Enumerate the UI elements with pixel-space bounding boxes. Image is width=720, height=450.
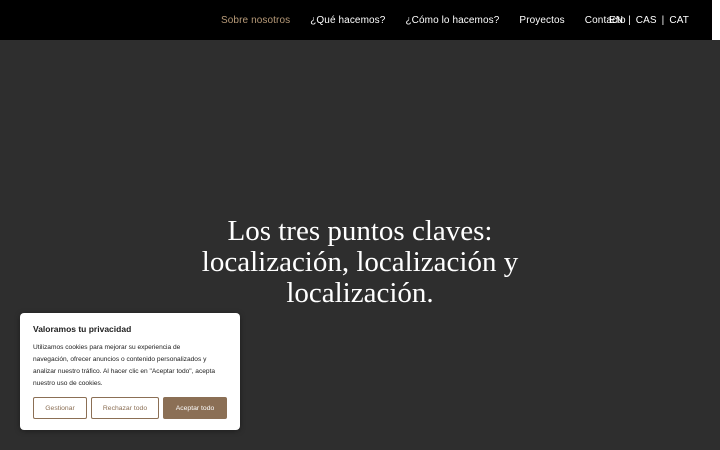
cookie-description: Utilizamos cookies para mejorar su exper… <box>33 342 233 390</box>
hero-heading: Los tres puntos claves: localización, lo… <box>0 216 720 309</box>
hero-line: Los tres puntos claves: <box>227 215 493 247</box>
lang-en[interactable]: EN <box>609 15 623 26</box>
nav-item-que-hacemos[interactable]: ¿Qué hacemos? <box>310 15 385 26</box>
lang-separator: | <box>628 14 631 26</box>
page: Sobre nosotros ¿Qué hacemos? ¿Cómo lo ha… <box>0 0 720 450</box>
hero-line: localización. <box>286 277 434 309</box>
scrollbar[interactable] <box>712 0 720 40</box>
nav-item-como-lo-hacemos[interactable]: ¿Cómo lo hacemos? <box>405 15 499 26</box>
lang-cat[interactable]: CAT <box>669 15 689 26</box>
customize-cookies-button[interactable]: Gestionar <box>33 397 87 419</box>
nav-item-sobre-nosotros[interactable]: Sobre nosotros <box>221 15 290 26</box>
accept-all-button[interactable]: Aceptar todo <box>163 397 227 419</box>
cookie-text-line: Utilizamos cookies para mejorar su exper… <box>33 344 181 351</box>
lang-separator: | <box>661 14 665 26</box>
top-navigation-bar: Sobre nosotros ¿Qué hacemos? ¿Cómo lo ha… <box>0 0 712 40</box>
cookie-text-line: navegación, ofrecer anuncios o contenido… <box>33 356 207 363</box>
reject-all-button[interactable]: Rechazar todo <box>91 397 159 419</box>
nav-item-proyectos[interactable]: Proyectos <box>519 15 564 26</box>
lang-cas[interactable]: CAS <box>636 15 657 26</box>
cookie-text-line: analizar nuestro tráfico. Al hacer clic … <box>33 368 216 375</box>
cookie-text-line: nuestro uso de cookies. <box>33 380 103 387</box>
language-switcher: EN | CAS | CAT <box>609 0 689 40</box>
cookie-title: Valoramos tu privacidad <box>33 324 132 334</box>
hero-line: localización, localización y <box>201 246 519 278</box>
cookie-consent-banner: Valoramos tu privacidad Utilizamos cooki… <box>20 313 240 430</box>
main-nav: Sobre nosotros ¿Qué hacemos? ¿Cómo lo ha… <box>221 0 646 40</box>
